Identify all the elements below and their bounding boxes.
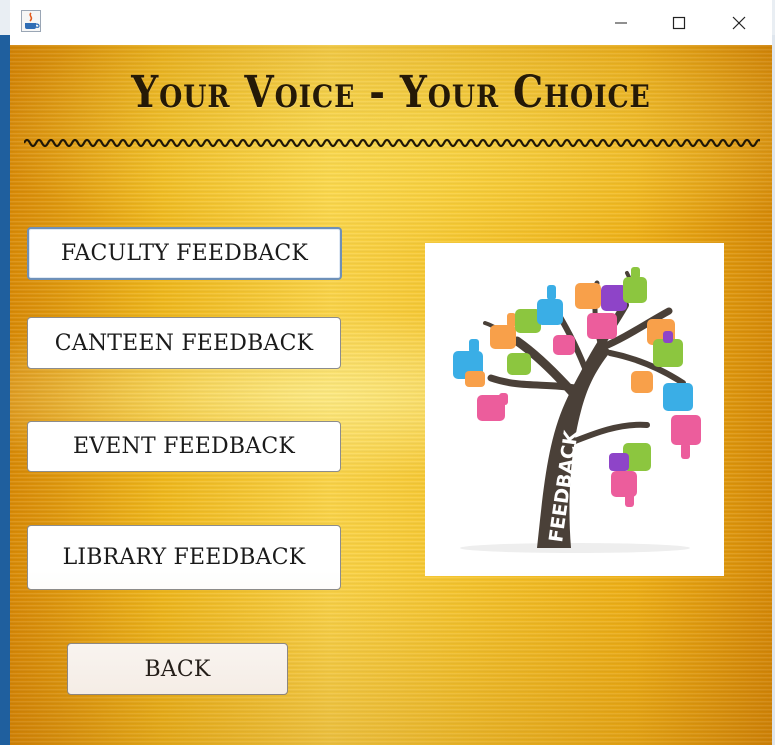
maximize-button[interactable] [650, 0, 708, 45]
minimize-button[interactable] [592, 0, 650, 45]
java-app-icon [21, 10, 41, 32]
decorative-wave-divider [24, 138, 760, 148]
close-icon [732, 16, 746, 29]
maximize-icon [672, 16, 686, 29]
faculty-feedback-button[interactable]: FACULTY FEEDBACK [27, 227, 342, 280]
back-button[interactable]: BACK [67, 643, 288, 695]
desktop-background [0, 35, 10, 745]
minimize-icon [615, 22, 627, 23]
canteen-feedback-button[interactable]: CANTEEN FEEDBACK [27, 317, 341, 369]
main-panel: Your Voice - Your Choice FACULTY FEEDBAC… [10, 45, 772, 745]
title-bar[interactable] [10, 0, 772, 45]
feedback-tree-image: FEEDBACK [425, 243, 724, 576]
library-feedback-button[interactable]: LIBRARY FEEDBACK [27, 525, 341, 590]
page-title: Your Voice - Your Choice [131, 67, 651, 118]
app-window: Your Voice - Your Choice FACULTY FEEDBAC… [10, 0, 772, 745]
close-button[interactable] [710, 0, 768, 45]
event-feedback-button[interactable]: EVENT FEEDBACK [27, 421, 341, 472]
